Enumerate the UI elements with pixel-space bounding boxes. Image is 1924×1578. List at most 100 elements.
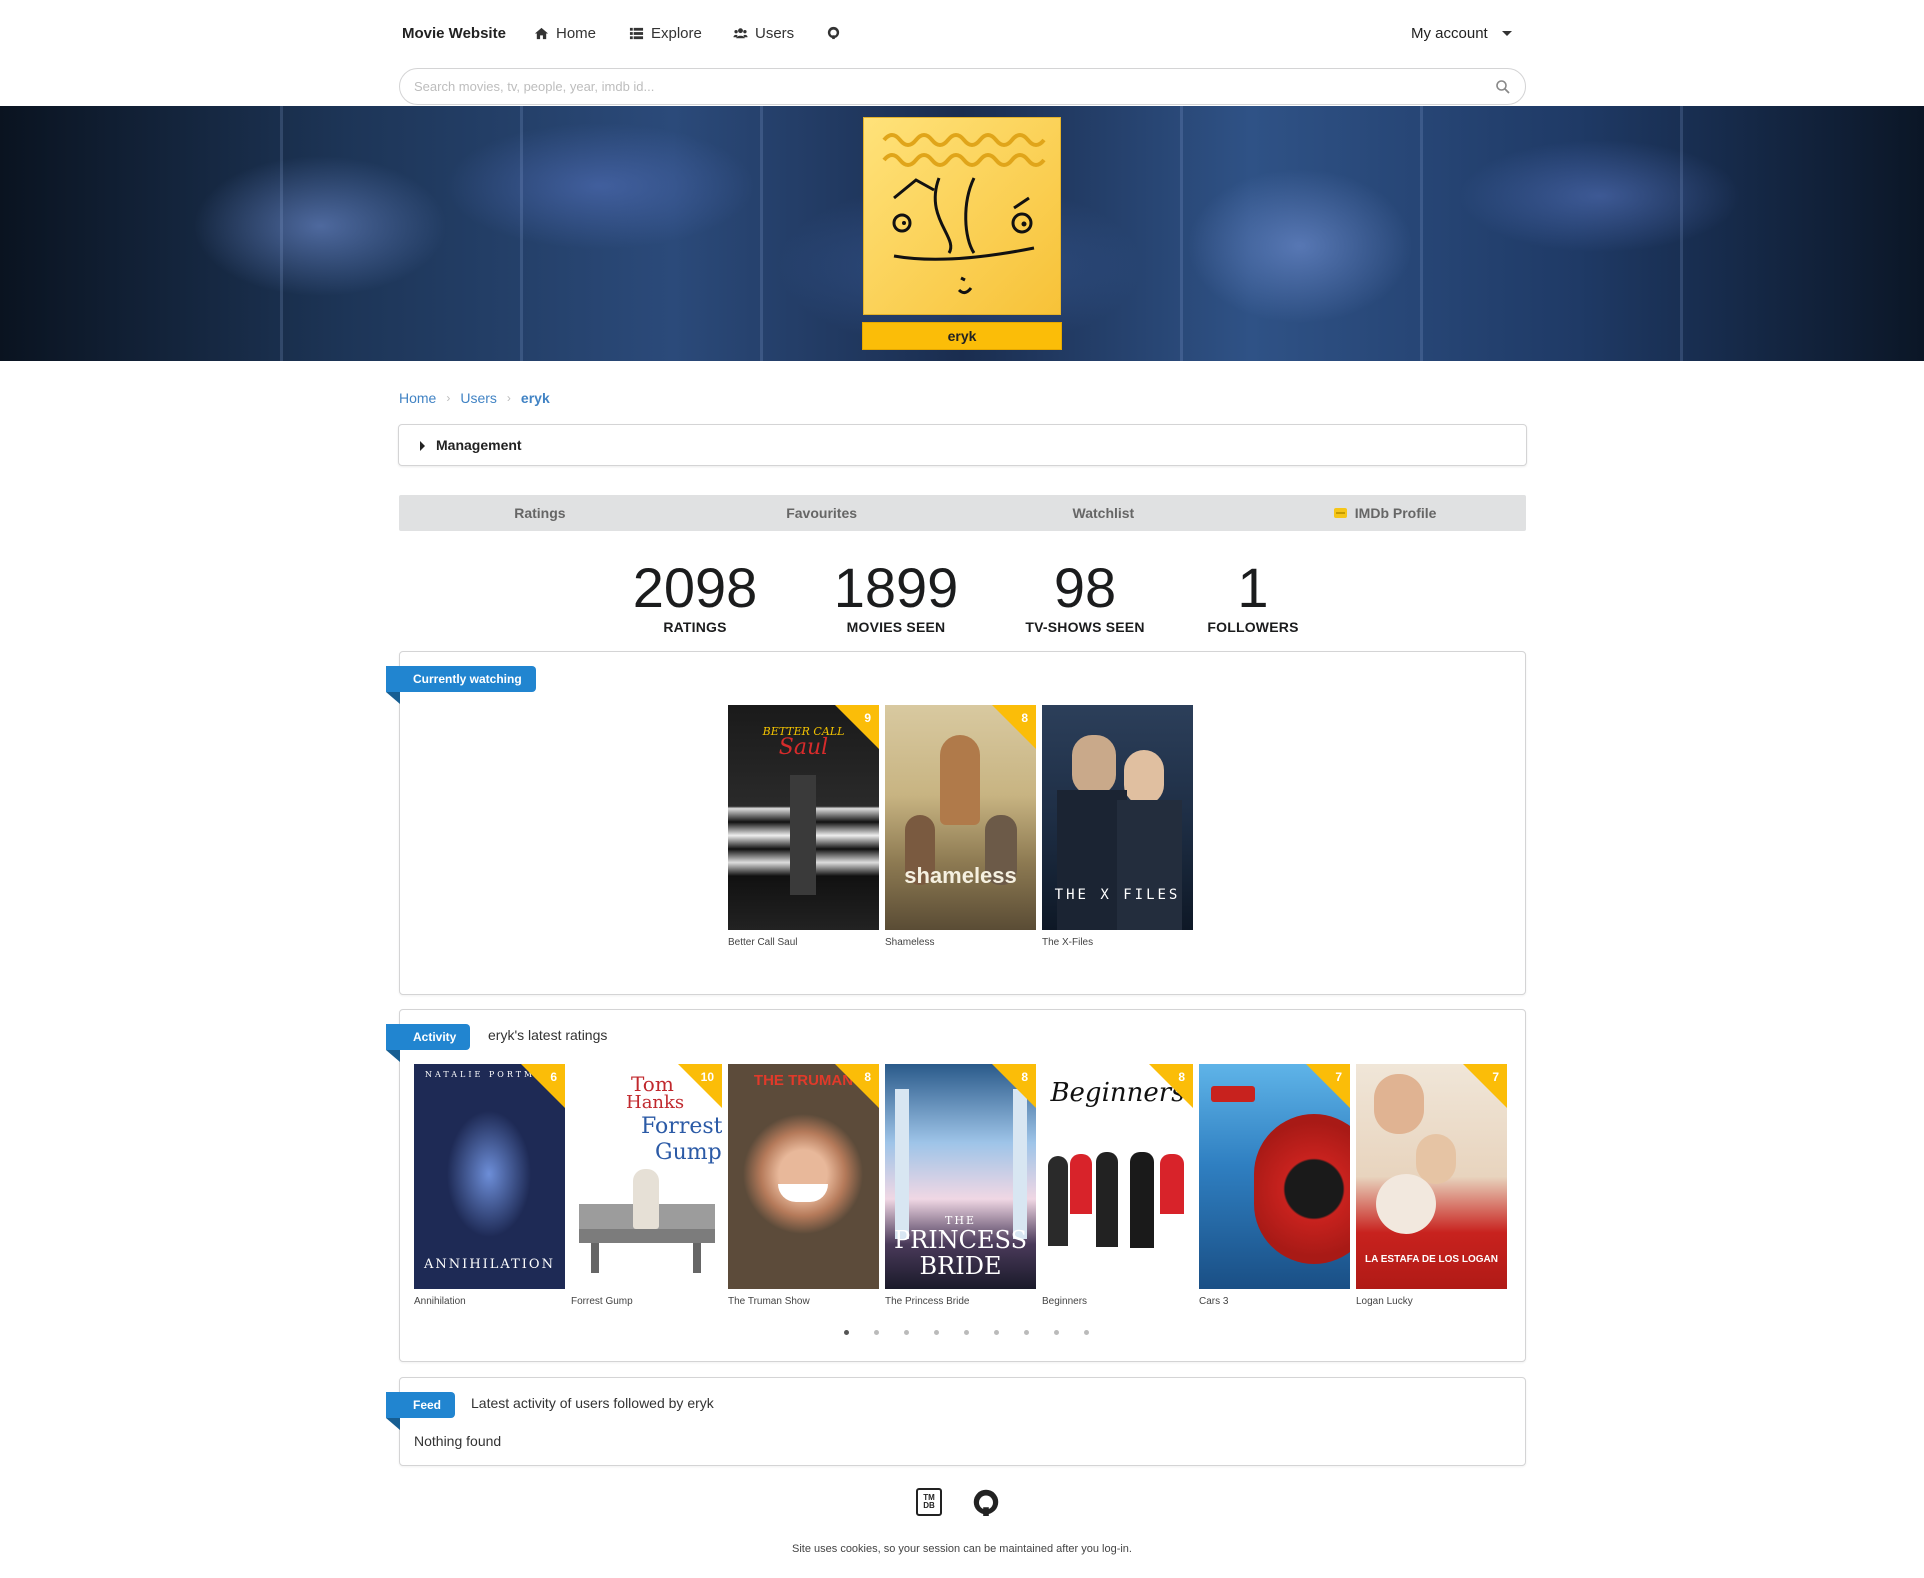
poster-card[interactable]: BETTER CALL Saul 9 Better Call Saul [728,705,879,948]
search-input[interactable] [414,69,1474,104]
tab-imdb-profile[interactable]: IMDb Profile [1244,495,1526,531]
poster-title: Forrest Gump [571,1296,633,1307]
users-icon [733,28,748,39]
activity-ribbon: Activity [386,1024,471,1062]
stat-label: FOLLOWERS [1207,619,1299,635]
carousel-dot[interactable] [873,1330,879,1335]
my-account-dropdown[interactable]: My account [1411,25,1512,42]
rating-badge: 8 [1021,711,1028,725]
poster-card[interactable]: Tom Hanks Forrest Gump 10 Forrest Gump [571,1064,722,1307]
breadcrumb-home[interactable]: Home [399,390,436,406]
poster-card[interactable]: Beginners 8 Beginners [1042,1064,1193,1307]
breadcrumb-current: eryk [520,390,550,406]
breadcrumb-users[interactable]: Users [460,390,497,406]
poster-card[interactable]: THE PRINCESS BRIDE 8 The Princess Bride [885,1064,1036,1307]
user-avatar [863,117,1061,315]
stat-value: 1 [1237,556,1269,619]
my-account-label: My account [1411,25,1488,42]
poster-card[interactable]: shameless 8 Shameless [885,705,1036,948]
feed-ribbon: Feed [386,1392,456,1430]
nav-explore-label: Explore [651,25,702,42]
poster-card[interactable]: NATALIE PORTMAN ANNIHILATION 6 Annihilat… [414,1064,565,1307]
carousel-dot[interactable] [933,1330,939,1335]
chevron-down-icon [1501,31,1512,36]
rating-badge: 8 [864,1070,871,1084]
poster-card[interactable]: 7 Cars 3 [1199,1064,1350,1307]
github-icon[interactable] [972,1488,1000,1516]
stat-tv-shows-seen: 98 TV-SHOWS SEEN [1015,557,1155,636]
poster-title: The Truman Show [728,1296,810,1307]
stat-value: 1899 [833,556,959,619]
stat-movies-seen: 1899 MOVIES SEEN [826,556,966,636]
home-icon [534,27,549,40]
carousel-dot[interactable] [993,1330,999,1335]
feed-segment: Feed Latest activity of users followed b… [386,1377,1526,1466]
stat-label: TV-SHOWS SEEN [1025,619,1145,635]
carousel-dot[interactable] [1023,1330,1029,1335]
currently-watching-segment: Currently watching BETTER CALL Saul 9 Be… [386,651,1526,995]
tab-favourites[interactable]: Favourites [681,495,963,531]
carousel-dot[interactable] [963,1330,969,1335]
tab-label: Watchlist [1072,505,1135,521]
breadcrumb: Home › Users › eryk [399,390,550,406]
footer-icons: TM DB [916,1488,1000,1516]
poster-title: Better Call Saul [728,937,798,948]
stat-ratings: 2098 RATINGS [625,556,765,636]
poster-card[interactable]: THE TRUMAN 8 The Truman Show [728,1064,879,1307]
poster-title: Annihilation [414,1296,466,1307]
rating-badge: 7 [1492,1070,1499,1084]
carousel-pagination [842,1330,1090,1335]
brand-link[interactable]: Movie Website [402,25,506,42]
triangle-right-icon [420,441,425,451]
stat-value: 2098 [632,556,758,619]
feed-empty-message: Nothing found [414,1433,502,1449]
rating-badge: 9 [864,711,871,725]
tab-watchlist[interactable]: Watchlist [963,495,1245,531]
search-box [399,68,1526,105]
profile-tabs: Ratings Favourites Watchlist IMDb Profil… [399,495,1526,531]
management-accordion[interactable]: Management [398,424,1527,466]
poster-title: Cars 3 [1199,1296,1229,1307]
search-icon[interactable] [1495,79,1511,95]
poster-title: The X-Files [1042,937,1094,948]
rating-badge: 6 [550,1070,557,1084]
imdb-icon [1333,508,1347,518]
chevron-right-icon: › [506,391,511,405]
poster-title: Shameless [885,937,935,948]
stat-label: MOVIES SEEN [846,619,946,635]
top-navbar: Movie Website Home Explore Users My acco… [0,0,1924,106]
nav-home[interactable]: Home [534,25,596,42]
tab-ratings[interactable]: Ratings [399,495,681,531]
rating-badge: 8 [1178,1070,1185,1084]
poster-title: Beginners [1042,1296,1088,1307]
tab-label: Ratings [514,505,566,521]
carousel-dot[interactable] [1053,1330,1059,1335]
nav-github[interactable] [826,25,841,40]
rating-badge: 8 [1021,1070,1028,1084]
nav-users[interactable]: Users [733,25,794,42]
carousel-dot[interactable] [843,1330,849,1335]
poster-title: Logan Lucky [1356,1296,1413,1307]
nav-home-label: Home [556,25,597,42]
activity-segment: Activity eryk's latest ratings NATALIE P… [386,1009,1526,1362]
poster-title: The Princess Bride [885,1296,970,1307]
carousel-dot[interactable] [903,1330,909,1335]
currently-watching-ribbon: Currently watching [386,666,536,704]
nav-users-label: Users [755,25,795,42]
nav-explore[interactable]: Explore [629,25,702,42]
cookie-notice: Site uses cookies, so your session can b… [792,1543,1132,1555]
feed-subtitle: Latest activity of users followed by ery… [471,1395,714,1411]
poster-card[interactable]: THE X FILES The X-Files [1042,705,1193,948]
carousel-dot[interactable] [1083,1330,1089,1335]
stat-label: RATINGS [663,619,727,635]
stat-followers: 1 FOLLOWERS [1183,556,1323,636]
rating-badge: 7 [1335,1070,1342,1084]
rating-badge: 10 [700,1070,714,1084]
poster-card[interactable]: LA ESTAFA DE LOS LOGAN 7 Logan Lucky [1356,1064,1507,1307]
github-icon [827,26,840,40]
management-label: Management [436,437,522,453]
tmdb-icon[interactable]: TM DB [916,1488,942,1516]
tab-label: Favourites [786,505,858,521]
tab-label: IMDb Profile [1354,505,1437,521]
list-icon [629,27,644,40]
